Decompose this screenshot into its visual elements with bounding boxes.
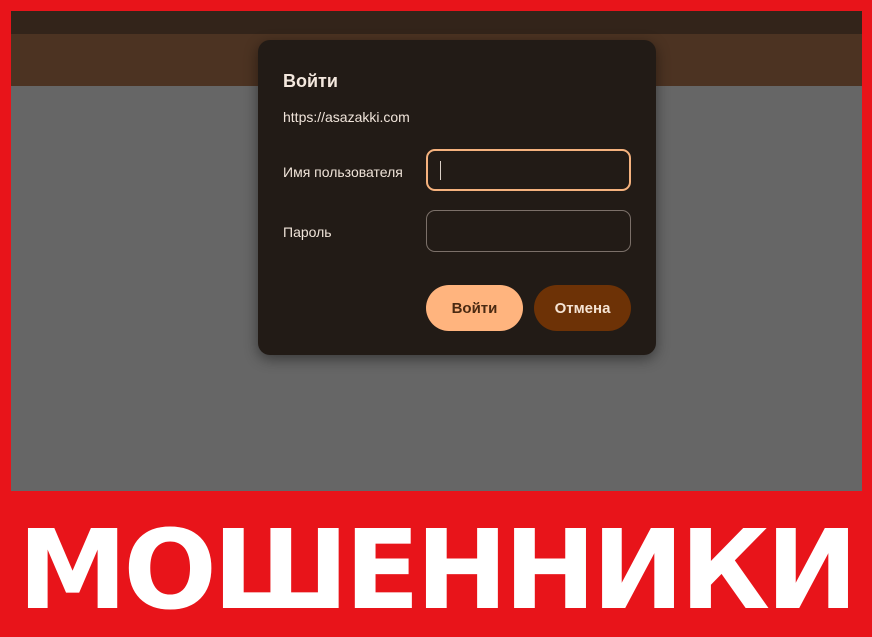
red-warning-frame: Войти https://asazakki.com Имя пользоват… — [0, 0, 872, 637]
scam-warning-banner: МОШЕННИКИ — [17, 506, 858, 634]
dialog-site-url: https://asazakki.com — [283, 109, 410, 125]
username-label: Имя пользователя — [283, 164, 403, 180]
username-field[interactable] — [426, 149, 631, 191]
login-button[interactable]: Войти — [426, 285, 523, 331]
password-field[interactable] — [426, 210, 631, 252]
browser-screenshot: Войти https://asazakki.com Имя пользоват… — [11, 11, 862, 491]
password-label: Пароль — [283, 224, 332, 240]
login-dialog: Войти https://asazakki.com Имя пользоват… — [258, 40, 656, 355]
dialog-title: Войти — [283, 71, 338, 91]
cancel-button[interactable]: Отмена — [534, 285, 631, 331]
browser-top-bar — [11, 11, 862, 34]
text-cursor — [440, 161, 441, 180]
